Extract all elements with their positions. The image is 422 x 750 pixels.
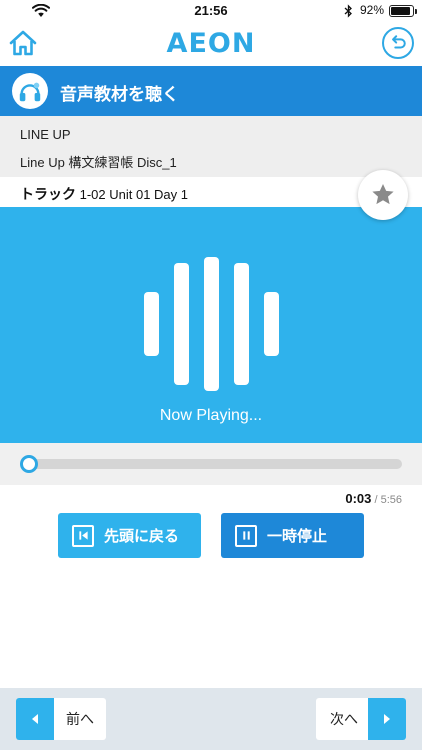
restart-button[interactable]: 先頭に戻る (58, 513, 201, 558)
total-time: 5:56 (380, 494, 402, 506)
app-logo: AEON (166, 28, 256, 59)
arrow-right-icon (368, 698, 406, 740)
previous-button[interactable]: 前へ (16, 698, 106, 740)
pause-label: 一時停止 (267, 528, 328, 545)
previous-label: 前へ (66, 711, 94, 727)
page-title: 音声教材を聴く (60, 85, 179, 104)
wave-bar (204, 257, 219, 391)
app-header: AEON (0, 22, 422, 66)
arrow-left-icon (16, 698, 54, 740)
wave-bar (234, 263, 249, 385)
pause-glyph (242, 531, 250, 540)
progress-area (0, 443, 422, 485)
playback-status: Now Playing... (159, 407, 263, 424)
battery-icon (389, 5, 414, 17)
headphones-icon (19, 82, 41, 102)
return-icon (392, 35, 406, 49)
return-button[interactable] (382, 27, 414, 59)
headphones-badge (12, 73, 48, 109)
track-title: トラック 1-02 Unit 01 Day 1 (20, 184, 188, 204)
footer-nav: 前へ 次へ (0, 688, 422, 750)
bluetooth-icon (344, 4, 352, 18)
next-button[interactable]: 次へ (316, 698, 406, 740)
time-readout: 0:03 / 5:56 (345, 491, 402, 506)
wave-bar (264, 292, 279, 356)
player-panel: Now Playing... (0, 207, 422, 443)
arrow-left-glyph (32, 714, 38, 724)
next-label: 次へ (330, 711, 358, 727)
track-label: トラック (20, 186, 76, 202)
time-separator: / (371, 494, 381, 506)
track-detail: 1-02 Unit 01 Day 1 (76, 187, 189, 202)
pause-button[interactable]: 一時停止 (221, 513, 364, 558)
favorite-button[interactable] (358, 170, 408, 220)
status-bar: 21:56 92% (0, 0, 422, 22)
wave-bar (144, 292, 159, 356)
battery-fill (391, 7, 411, 15)
progress-slider[interactable] (20, 455, 402, 473)
restart-label: 先頭に戻る (104, 528, 180, 545)
series-name: LINE UP (20, 127, 71, 142)
status-time: 21:56 (194, 3, 228, 18)
wave-bar (174, 263, 189, 385)
battery-tip (415, 9, 417, 14)
skip-start-glyph (78, 531, 88, 540)
pause-icon (235, 524, 257, 547)
skip-start-icon (72, 524, 94, 547)
current-time: 0:03 (345, 491, 372, 506)
battery-percentage: 92% (360, 3, 385, 17)
arrow-right-glyph (384, 714, 390, 724)
progress-thumb[interactable] (20, 455, 39, 473)
disc-name: Line Up 構文練習帳 Disc_1 (20, 155, 177, 170)
section-title-bar: 音声教材を聴く (0, 66, 422, 116)
star-icon (372, 183, 394, 205)
material-info: LINE UP Line Up 構文練習帳 Disc_1 (0, 116, 422, 177)
